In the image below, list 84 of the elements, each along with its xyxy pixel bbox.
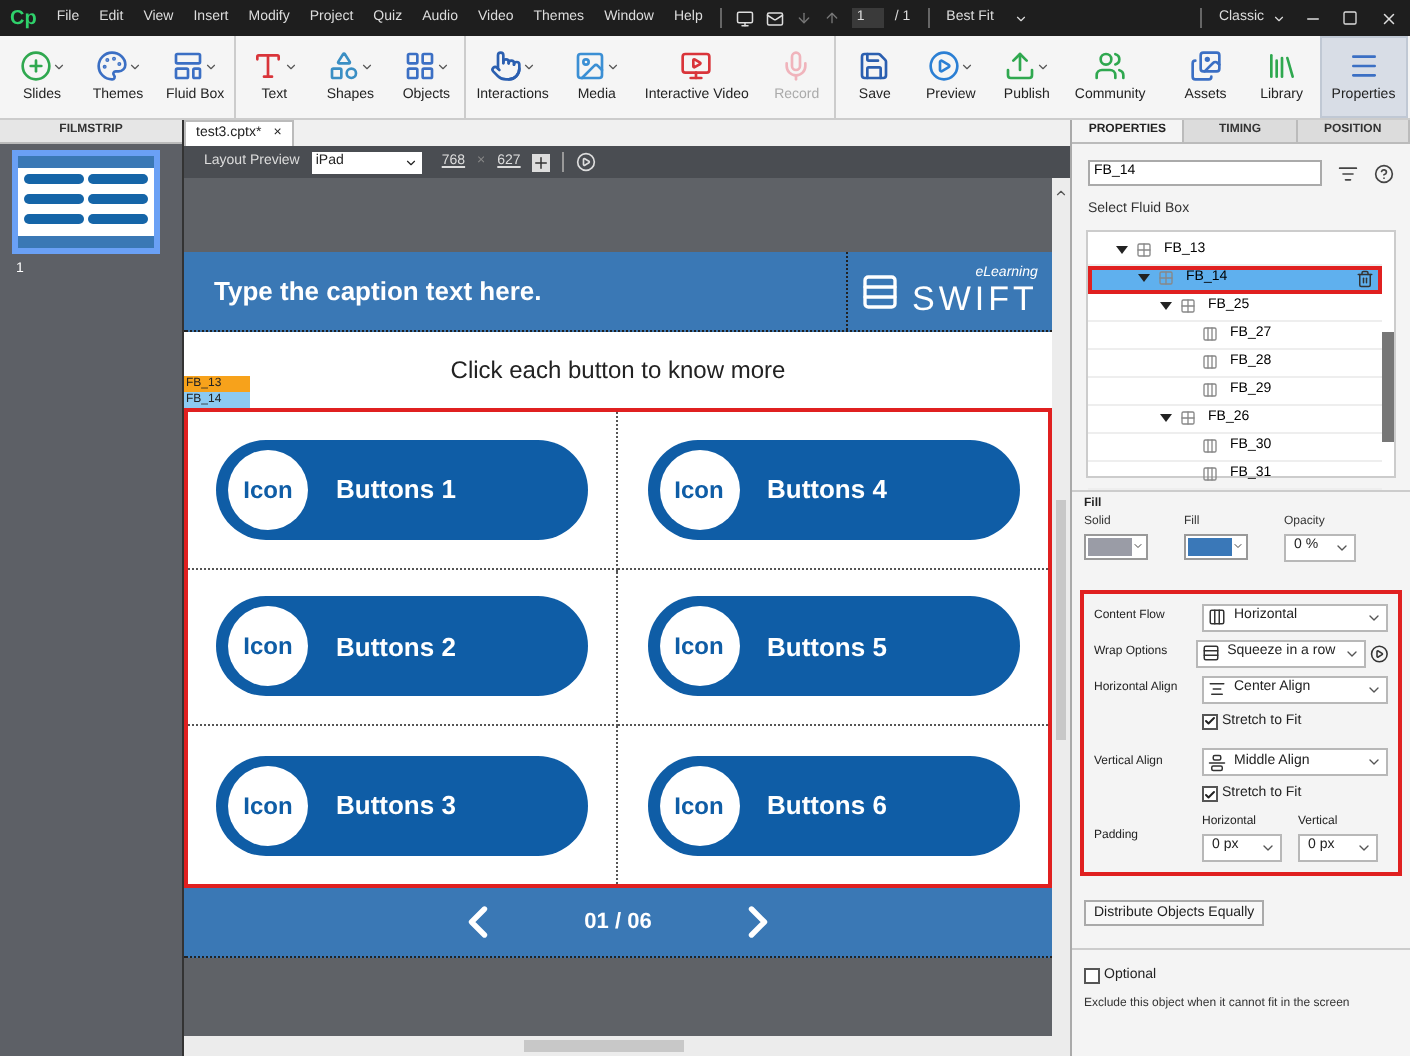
caret-icon [959, 59, 974, 74]
slide-counter: 01 / 06 [584, 907, 652, 938]
caret-icon [359, 59, 374, 74]
text-icon [251, 50, 284, 83]
caret-icon [1366, 754, 1382, 770]
check-icon [1204, 714, 1216, 729]
caret-icon [283, 59, 298, 74]
palette-icon [95, 50, 127, 83]
columns-icon [1208, 608, 1226, 626]
caret-icon [204, 59, 219, 74]
caret-icon [1013, 11, 1028, 25]
images-icon [1189, 50, 1222, 83]
caret-icon [521, 59, 536, 74]
fluid-box-icon [1180, 410, 1196, 426]
slide-button[interactable]: Icon Buttons 3 [216, 755, 588, 856]
slide-button[interactable]: Icon Buttons 6 [647, 755, 1019, 856]
grid-icon [403, 50, 436, 83]
color-picker[interactable] [1184, 533, 1248, 559]
fluid-box-icon [1136, 242, 1152, 258]
heading-text: Click each button to know more [450, 354, 786, 388]
upload-icon [1003, 50, 1036, 83]
slide-button[interactable]: Icon Buttons 1 [216, 439, 588, 540]
static-box-icon [1202, 438, 1218, 454]
help-icon[interactable] [1374, 163, 1394, 183]
caret-icon [1035, 59, 1050, 74]
play-icon[interactable] [1369, 643, 1388, 663]
checkbox[interactable] [1084, 967, 1100, 984]
scroll-up-icon[interactable] [1054, 186, 1068, 200]
expand-arrow-icon[interactable] [1160, 414, 1172, 422]
microphone-icon [780, 50, 813, 83]
caption-text: Type the caption text here. [212, 273, 544, 310]
options-icon[interactable] [1338, 163, 1358, 183]
maximize-icon[interactable] [1342, 10, 1358, 26]
static-box-icon [1202, 382, 1218, 398]
hand-pointer-icon [489, 50, 522, 83]
color-picker[interactable] [1084, 533, 1148, 559]
checkbox[interactable] [1202, 713, 1218, 730]
static-box-icon [1202, 354, 1218, 370]
add-icon[interactable] [532, 153, 551, 171]
video-icon [680, 50, 713, 83]
static-box-icon [1202, 326, 1218, 342]
up-arrow-icon[interactable] [824, 10, 841, 26]
mail-icon[interactable] [766, 9, 785, 27]
close-icon[interactable] [1380, 9, 1398, 27]
logo-icon [860, 271, 900, 311]
expand-arrow-icon[interactable] [1116, 246, 1128, 254]
users-icon [1094, 50, 1127, 83]
caret-icon [127, 59, 141, 74]
expand-arrow-icon[interactable] [1160, 302, 1172, 310]
check-icon [1204, 787, 1216, 802]
caret-icon [1232, 540, 1244, 552]
monitor-icon[interactable] [736, 9, 755, 27]
expand-arrow-icon[interactable] [1138, 274, 1150, 282]
align-middle-icon [1208, 753, 1226, 771]
slide-thumbnail[interactable] [12, 150, 160, 254]
checkbox[interactable] [1202, 786, 1218, 803]
delete-icon[interactable] [1356, 269, 1374, 287]
save-icon [858, 50, 891, 83]
align-center-icon [1208, 680, 1226, 698]
caret-icon [1132, 540, 1144, 552]
shapes-icon [327, 50, 360, 83]
down-arrow-icon[interactable] [796, 10, 813, 26]
caret-icon [1272, 11, 1286, 25]
row-icon [1201, 644, 1220, 662]
slide-button[interactable]: Icon Buttons 2 [216, 596, 588, 697]
library-icon [1265, 50, 1298, 83]
toolbar-add-icon [19, 50, 51, 83]
static-box-icon [1202, 466, 1218, 482]
fluid-box-icon [1180, 298, 1196, 314]
caret-icon [403, 155, 418, 169]
caret-icon [435, 59, 450, 74]
layout-icon [172, 50, 205, 83]
play-icon [927, 50, 960, 83]
image-icon [573, 50, 606, 83]
logo-text: SWIFT [912, 281, 1038, 317]
caret-icon [605, 59, 620, 74]
vertical-scrollbar[interactable] [1052, 178, 1070, 1056]
menu-icon [1347, 50, 1380, 83]
app-logo: Cp [8, 5, 39, 33]
fluid-box-icon [1158, 270, 1174, 286]
slide-button[interactable]: Icon Buttons 5 [647, 596, 1019, 697]
caret-icon [51, 59, 65, 74]
horizontal-scrollbar[interactable] [184, 1036, 1052, 1056]
slide-button[interactable]: Icon Buttons 4 [647, 439, 1019, 540]
